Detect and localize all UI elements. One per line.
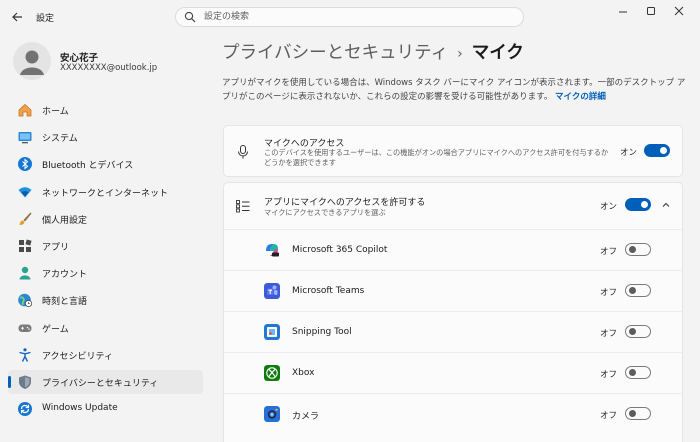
search-box[interactable] xyxy=(175,7,524,27)
breadcrumb-separator: › xyxy=(457,46,463,62)
sidebar-item-privacy-security[interactable]: プライバシーとセキュリティ xyxy=(8,369,203,394)
list-icon xyxy=(236,200,250,213)
app-row-camera: カメラ オフ xyxy=(224,393,682,435)
app-state: オフ xyxy=(600,288,618,298)
sidebar-item-bluetooth[interactable]: Bluetooth とデバイス xyxy=(8,152,203,176)
app-access-state: オン xyxy=(600,202,618,212)
system-icon xyxy=(18,132,32,144)
back-arrow-icon[interactable] xyxy=(9,8,27,26)
sidebar-item-time-language[interactable]: 時刻と言語 xyxy=(8,288,203,312)
sidebar-item-label: アカウント xyxy=(42,270,88,281)
sidebar-item-apps[interactable]: アプリ xyxy=(8,234,203,258)
sidebar-item-label: 時刻と言語 xyxy=(42,297,88,308)
sidebar-item-label: Bluetooth とデバイス xyxy=(42,161,134,172)
sidebar-item-label: ネットワークとインターネット xyxy=(42,188,169,199)
minimize-icon[interactable] xyxy=(612,4,634,18)
copilot-toggle[interactable] xyxy=(625,243,651,256)
sidebar-item-accessibility[interactable]: アクセシビリティ xyxy=(8,343,203,367)
update-icon xyxy=(18,402,32,417)
sidebar-item-windows-update[interactable]: Windows Update xyxy=(8,397,203,421)
app-name: カメラ xyxy=(292,412,320,422)
camera-icon xyxy=(264,406,280,422)
app-name: Xbox xyxy=(292,368,315,378)
mic-access-state: オン xyxy=(620,148,638,158)
accessibility-icon xyxy=(19,347,31,362)
app-access-title: アプリにマイクへのアクセスを許可する xyxy=(264,198,426,208)
sidebar-item-personalization[interactable]: 個人用設定 xyxy=(8,207,203,231)
app-name: Snipping Tool xyxy=(292,327,352,337)
app-state: オフ xyxy=(600,329,618,339)
copilot-icon xyxy=(266,244,279,257)
sidebar-item-label: ホーム xyxy=(42,107,69,117)
sidebar-item-label: アプリ xyxy=(42,242,70,253)
bluetooth-icon xyxy=(18,157,32,172)
sidebar-item-accounts[interactable]: アカウント xyxy=(8,261,203,285)
camera-toggle[interactable] xyxy=(625,407,651,420)
search-icon xyxy=(184,11,196,23)
maximize-icon[interactable] xyxy=(640,4,662,18)
app-access-subtitle: マイクにアクセスできるアプリを選ぶ xyxy=(264,208,386,217)
shield-icon xyxy=(19,375,31,389)
wifi-icon xyxy=(18,186,32,198)
home-icon xyxy=(18,104,32,117)
page-title: マイク xyxy=(471,43,524,63)
sidebar-nav: ホーム システム Bluetooth とデバイス ネットワークとインターネット … xyxy=(8,98,203,424)
microphone-icon xyxy=(238,145,248,159)
app-state: オフ xyxy=(600,247,618,257)
sidebar-item-label: 個人用設定 xyxy=(42,215,88,226)
sidebar-item-label: Windows Update xyxy=(42,403,118,414)
profile-name: 安心花子 xyxy=(60,53,99,64)
sidebar-item-system[interactable]: システム xyxy=(8,125,203,149)
app-row-copilot: Microsoft 365 Copilot オフ xyxy=(224,229,682,271)
learn-more-link[interactable]: マイクの詳細 xyxy=(555,92,606,102)
app-access-toggle[interactable] xyxy=(625,198,651,211)
close-icon[interactable] xyxy=(668,4,690,18)
sidebar-item-gaming[interactable]: ゲーム xyxy=(8,316,203,340)
xbox-icon xyxy=(264,365,280,381)
app-name: Microsoft Teams xyxy=(292,286,365,296)
chevron-up-icon[interactable] xyxy=(661,200,671,210)
account-icon xyxy=(19,266,31,280)
user-avatar-icon xyxy=(20,50,44,75)
app-row-xbox: Xbox オフ xyxy=(224,352,682,394)
mic-access-toggle[interactable] xyxy=(644,144,670,157)
app-state: オフ xyxy=(600,370,618,380)
sidebar-item-label: プライバシーとセキュリティ xyxy=(42,378,159,389)
search-input[interactable] xyxy=(204,10,504,24)
app-row-snipping-tool: Snipping Tool オフ xyxy=(224,311,682,353)
avatar[interactable] xyxy=(13,42,51,80)
breadcrumb: プライバシーとセキュリティ › マイク xyxy=(222,39,524,64)
globe-clock-icon xyxy=(18,294,33,308)
apps-icon xyxy=(19,239,32,252)
app-row-teams: Microsoft Teams オフ xyxy=(224,270,682,312)
profile-email: XXXXXXXX@outlook.jp xyxy=(60,63,158,73)
gamepad-icon xyxy=(18,324,32,332)
sidebar-item-network[interactable]: ネットワークとインターネット xyxy=(8,180,203,204)
breadcrumb-parent[interactable]: プライバシーとセキュリティ xyxy=(222,43,448,63)
snipping-tool-toggle[interactable] xyxy=(625,325,651,338)
sidebar-item-home[interactable]: ホーム xyxy=(8,98,203,122)
app-title: 設定 xyxy=(36,14,55,24)
xbox-toggle[interactable] xyxy=(625,366,651,379)
sidebar-item-label: アクセシビリティ xyxy=(42,351,114,362)
snipping-tool-icon xyxy=(264,324,280,340)
description-text: アプリがマイクを使用している場合は、Windows タスク バーにマイク アイコ… xyxy=(222,78,686,102)
sidebar-item-label: システム xyxy=(42,134,78,145)
teams-toggle[interactable] xyxy=(625,284,651,297)
app-state: オフ xyxy=(600,411,618,421)
mic-access-subtitle: このデバイスを使用するユーザーは、この機能がオンの場合アプリにマイクへのアクセス… xyxy=(264,148,609,167)
app-access-card: アプリにマイクへのアクセスを許可する マイクにアクセスできるアプリを選ぶ オン … xyxy=(223,182,683,442)
page-description: アプリがマイクを使用している場合は、Windows タスク バーにマイク アイコ… xyxy=(222,76,687,104)
title-bar: 設定 xyxy=(0,0,700,34)
brush-icon xyxy=(19,212,32,225)
teams-icon xyxy=(264,283,280,299)
active-indicator xyxy=(8,375,11,388)
mic-access-card: マイクへのアクセス このデバイスを使用するユーザーは、この機能がオンの場合アプリ… xyxy=(223,125,683,177)
app-name: Microsoft 365 Copilot xyxy=(292,245,388,255)
sidebar-item-label: ゲーム xyxy=(42,324,69,335)
